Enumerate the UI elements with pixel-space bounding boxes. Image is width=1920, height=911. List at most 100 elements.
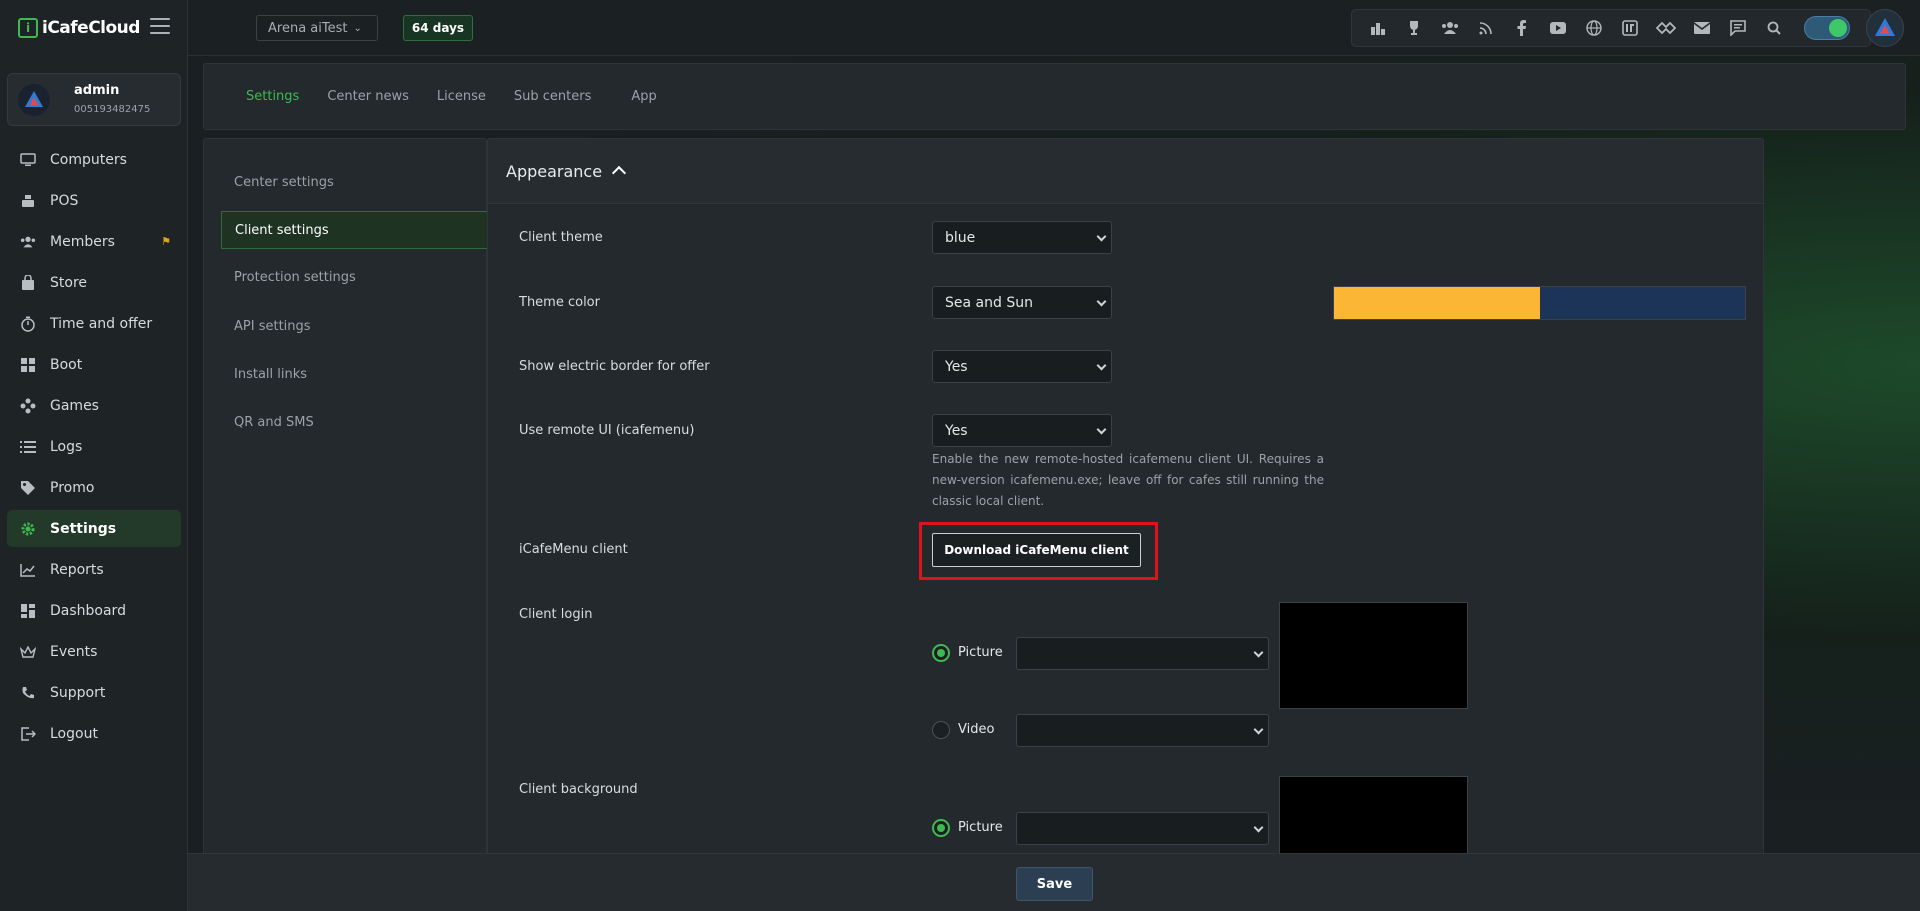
- download-icafemenu-client-button[interactable]: Download iCafeMenu client: [932, 533, 1141, 567]
- chevron-down-icon: [1253, 822, 1264, 833]
- icafe-icon[interactable]: [1612, 13, 1648, 43]
- theme-color-label: Theme color: [519, 295, 600, 310]
- client-settings-panel: Appearance Client theme blue Theme color…: [487, 138, 1764, 858]
- chat-icon[interactable]: [1720, 13, 1756, 43]
- submenu-client-settings[interactable]: Client settings: [221, 211, 487, 249]
- hamburger-menu-icon[interactable]: [150, 18, 170, 34]
- background-preview: [1279, 776, 1468, 857]
- submenu-protection-settings[interactable]: Protection settings: [221, 258, 487, 296]
- youtube-icon[interactable]: [1540, 13, 1576, 43]
- client-login-label: Client login: [519, 607, 593, 622]
- sidebar-item-computers[interactable]: Computers: [7, 141, 181, 178]
- login-picture-select[interactable]: [1016, 637, 1269, 670]
- tab-sub-centers[interactable]: Sub centers: [514, 89, 591, 104]
- sidebar-item-logout[interactable]: Logout: [7, 715, 181, 752]
- sidebar-item-label: Support: [50, 684, 106, 701]
- sidebar-item-promo[interactable]: Promo: [7, 469, 181, 506]
- leaderboard-icon[interactable]: [1360, 13, 1396, 43]
- settings-submenu: Center settings Client settings Protecti…: [203, 138, 487, 858]
- client-theme-select[interactable]: blue: [932, 221, 1112, 254]
- sidebar-item-label: Logs: [50, 438, 83, 455]
- sidebar-item-dashboard[interactable]: Dashboard: [7, 592, 181, 629]
- phone-icon: [20, 685, 36, 701]
- monitor-icon: [20, 152, 36, 168]
- chevron-down-icon: [1096, 231, 1107, 242]
- sidebar-item-pos[interactable]: POS: [7, 182, 181, 219]
- logo[interactable]: i iCafeCloud: [18, 18, 140, 38]
- sidebar-item-store[interactable]: Store: [7, 264, 181, 301]
- sidebar-item-label: Logout: [50, 725, 98, 742]
- sidebar-item-settings[interactable]: Settings: [7, 510, 181, 547]
- sidebar-item-boot[interactable]: Boot: [7, 346, 181, 383]
- chevron-up-icon: [612, 165, 627, 181]
- sidebar-item-games[interactable]: Games: [7, 387, 181, 424]
- submenu-qr-and-sms[interactable]: QR and SMS: [221, 403, 487, 441]
- sidebar-item-label: Computers: [50, 151, 127, 168]
- mail-icon[interactable]: [1684, 13, 1720, 43]
- user-card[interactable]: admin 005193482475: [7, 73, 181, 126]
- sidebar-item-reports[interactable]: Reports: [7, 551, 181, 588]
- sidebar-item-events[interactable]: Events: [7, 633, 181, 670]
- section-title: Appearance: [506, 161, 603, 181]
- crown-icon: [20, 644, 36, 660]
- sidebar-item-label: Events: [50, 643, 98, 660]
- sidebar-item-members[interactable]: Members ⚑: [7, 223, 181, 260]
- user-id: 005193482475: [74, 104, 151, 115]
- save-footer: Save: [188, 853, 1920, 911]
- background-picture-radio[interactable]: [932, 819, 950, 837]
- electric-border-label: Show electric border for offer: [519, 359, 710, 374]
- globe-icon[interactable]: [1576, 13, 1612, 43]
- sidebar-item-label: Reports: [50, 561, 104, 578]
- icafemenu-client-label: iCafeMenu client: [519, 542, 628, 557]
- chart-line-icon: [20, 562, 36, 578]
- sidebar-item-label: Settings: [50, 520, 117, 537]
- search-icon[interactable]: [1756, 13, 1792, 43]
- client-theme-value: blue: [945, 229, 976, 246]
- license-days-badge: 64 days: [403, 15, 473, 41]
- sidebar-item-support[interactable]: Support: [7, 674, 181, 711]
- chevron-down-icon: [1253, 647, 1264, 658]
- login-video-radio[interactable]: [932, 721, 950, 739]
- top-bar: Arena aiTest ⌄ 64 days: [188, 0, 1920, 56]
- profile-avatar[interactable]: [1866, 9, 1904, 47]
- background-picture-select[interactable]: [1016, 812, 1269, 845]
- save-button[interactable]: Save: [1016, 867, 1093, 901]
- dashboard-icon: [20, 603, 36, 619]
- list-icon: [20, 439, 36, 455]
- trophy-icon[interactable]: [1396, 13, 1432, 43]
- sidebar-item-time-and-offer[interactable]: Time and offer: [7, 305, 181, 342]
- chevron-down-icon: [1096, 360, 1107, 371]
- sidebar-nav: Computers POS Members ⚑ Store Time and o…: [7, 141, 181, 756]
- rss-icon[interactable]: [1468, 13, 1504, 43]
- login-picture-radio[interactable]: [932, 644, 950, 662]
- sidebar-item-label: Time and offer: [50, 315, 153, 332]
- handshake-icon[interactable]: [1648, 13, 1684, 43]
- center-select[interactable]: Arena aiTest ⌄: [256, 15, 378, 41]
- remote-ui-select[interactable]: Yes: [932, 414, 1112, 447]
- electric-border-select[interactable]: Yes: [932, 350, 1112, 383]
- cash-register-icon: [20, 193, 36, 209]
- tab-license[interactable]: License: [437, 89, 486, 104]
- theme-toggle[interactable]: [1804, 16, 1850, 40]
- group-icon[interactable]: [1432, 13, 1468, 43]
- tab-center-news[interactable]: Center news: [327, 89, 409, 104]
- center-select-value: Arena aiTest: [268, 20, 348, 36]
- background-picture-label: Picture: [958, 820, 1003, 835]
- icafecloud-logo-icon: i: [18, 18, 38, 38]
- facebook-icon[interactable]: [1504, 13, 1540, 43]
- client-background-label: Client background: [519, 782, 638, 797]
- appearance-section-header[interactable]: Appearance: [488, 139, 1763, 204]
- login-video-label: Video: [958, 722, 995, 737]
- theme-color-select[interactable]: Sea and Sun: [932, 286, 1112, 319]
- submenu-api-settings[interactable]: API settings: [221, 307, 487, 345]
- tab-settings[interactable]: Settings: [246, 89, 299, 104]
- sidebar-item-logs[interactable]: Logs: [7, 428, 181, 465]
- login-video-select[interactable]: [1016, 714, 1269, 747]
- chevron-down-icon: [1096, 424, 1107, 435]
- login-preview: [1279, 602, 1468, 709]
- sidebar-item-label: Games: [50, 397, 99, 414]
- submenu-install-links[interactable]: Install links: [221, 355, 487, 393]
- gear-icon: [20, 521, 36, 537]
- submenu-center-settings[interactable]: Center settings: [221, 163, 487, 201]
- tab-app[interactable]: App: [631, 89, 656, 104]
